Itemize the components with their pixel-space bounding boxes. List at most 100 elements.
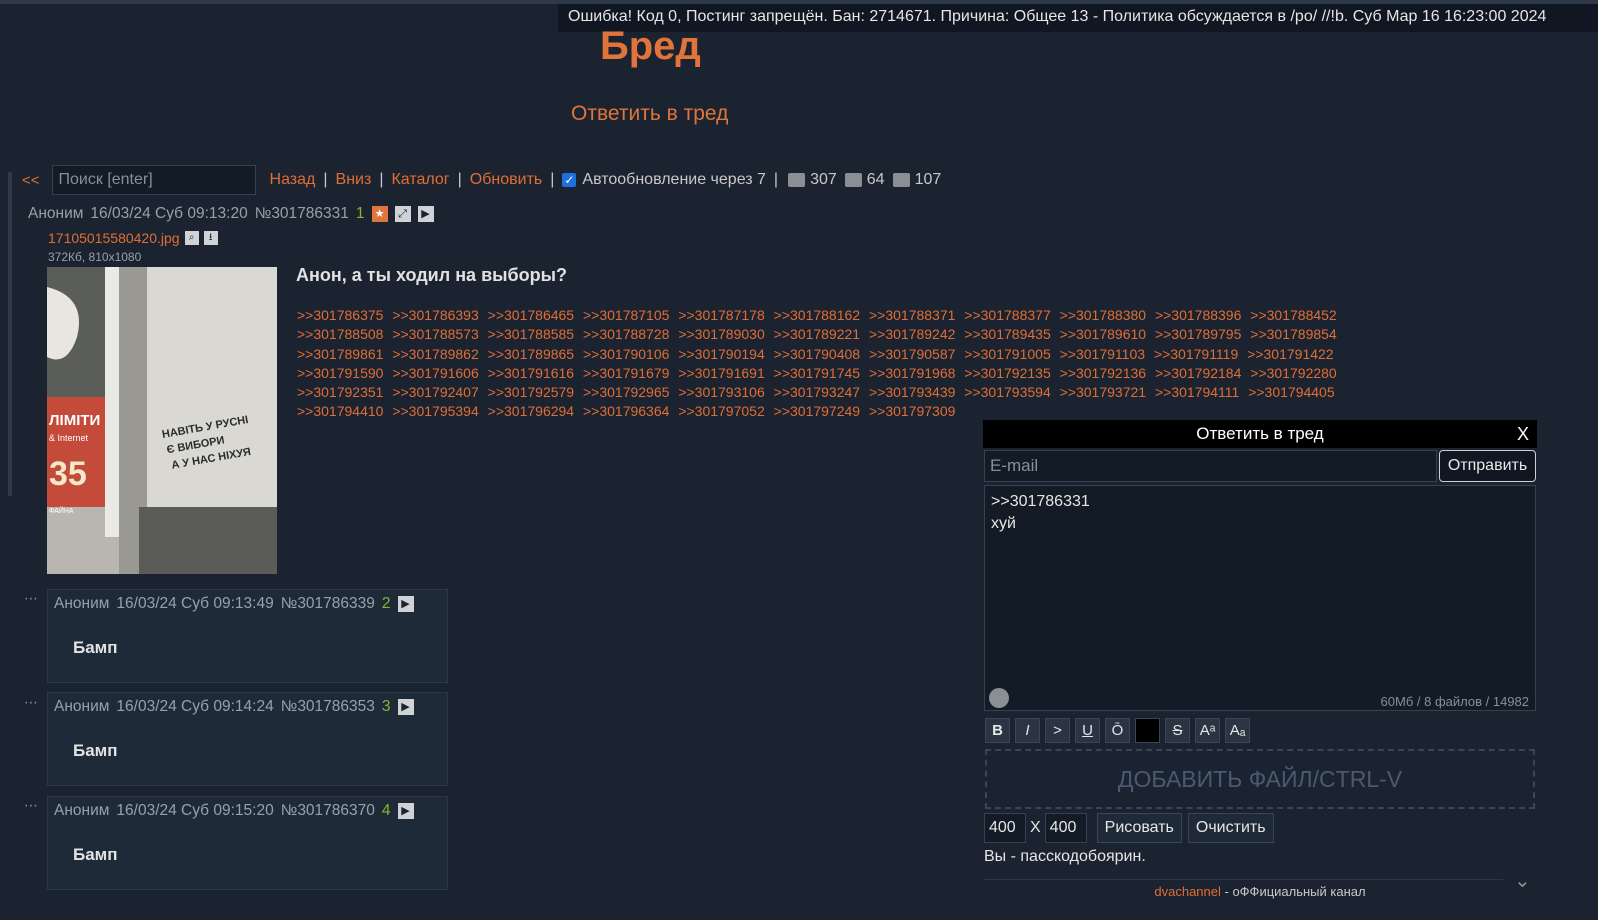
reply-link[interactable]: >>301797052 — [678, 403, 764, 419]
reply-link[interactable]: >>301786375 — [297, 307, 383, 323]
board-title[interactable]: Бред — [600, 24, 701, 68]
reply-link[interactable]: >>301789862 — [392, 346, 478, 362]
bold-button[interactable]: B — [985, 718, 1010, 743]
reply-link[interactable]: >>301790106 — [583, 346, 669, 362]
reply-link[interactable]: >>301791005 — [964, 346, 1050, 362]
reply-link[interactable]: >>301797309 — [869, 403, 955, 419]
reply-link[interactable]: >>301788380 — [1060, 307, 1146, 323]
reply-link[interactable]: >>301789854 — [1250, 326, 1336, 342]
reply-link[interactable]: >>301790587 — [869, 346, 955, 362]
reply-link[interactable]: >>301797249 — [774, 403, 860, 419]
reply-link[interactable]: >>301791968 — [869, 365, 955, 381]
nav-down-link[interactable]: Вниз — [336, 171, 372, 189]
reply-link[interactable]: >>301794405 — [1248, 384, 1334, 400]
underline-button[interactable]: U — [1075, 718, 1100, 743]
reply-link[interactable]: >>301788162 — [774, 307, 860, 323]
reply-link[interactable]: >>301792280 — [1250, 365, 1336, 381]
reply-link[interactable]: >>301793106 — [678, 384, 764, 400]
reply-link[interactable]: >>301789030 — [678, 326, 764, 342]
download-icon[interactable]: ⭳ — [203, 231, 218, 245]
reply-link[interactable]: >>301786465 — [488, 307, 574, 323]
sign-icon[interactable] — [989, 688, 1009, 708]
reply-thread-link[interactable]: Ответить в тред — [571, 102, 728, 126]
autoupdate-checkbox[interactable]: ✓ — [562, 173, 577, 187]
reply-link[interactable]: >>301794111 — [1155, 384, 1239, 400]
reply-link[interactable]: >>301791679 — [583, 365, 669, 381]
reply-link[interactable]: >>301793721 — [1060, 384, 1146, 400]
reply-link[interactable]: >>301791422 — [1247, 346, 1333, 362]
reply-link[interactable]: >>301795394 — [392, 403, 478, 419]
quick-reply-header[interactable]: Ответить в тред X — [983, 420, 1537, 448]
reply-link[interactable]: >>301786393 — [392, 307, 478, 323]
reply-link[interactable]: >>301796294 — [488, 403, 574, 419]
reply-link[interactable]: >>301792351 — [297, 384, 383, 400]
file-name-link[interactable]: 17105015580420.jpg — [48, 230, 180, 246]
channel-link[interactable]: dvachannel — [1154, 884, 1221, 899]
file-dropzone[interactable]: ДОБАВИТЬ ФАЙЛ/CTRL-V — [985, 749, 1535, 809]
reply-link[interactable]: >>301791119 — [1154, 346, 1238, 362]
post-number[interactable]: №301786339 — [281, 595, 375, 613]
reply-link[interactable]: >>301790408 — [774, 346, 860, 362]
post-menu-play-icon[interactable]: ▶ — [417, 206, 434, 222]
quote-button[interactable]: > — [1045, 718, 1070, 743]
clear-button[interactable]: Очистить — [1187, 813, 1274, 843]
reply-link[interactable]: >>301788371 — [869, 307, 955, 323]
chevron-down-icon[interactable]: ⌄ — [1514, 868, 1540, 892]
height-input[interactable] — [1044, 813, 1087, 843]
reply-link[interactable]: >>301794410 — [297, 403, 383, 419]
reply-link[interactable]: >>301792407 — [392, 384, 478, 400]
post-menu-play-icon[interactable]: ▶ — [397, 596, 414, 612]
reply-link[interactable]: >>301792184 — [1155, 365, 1241, 381]
reply-link[interactable]: >>301789610 — [1060, 326, 1146, 342]
image-search-icon[interactable]: ⌕ — [184, 231, 199, 245]
reply-link[interactable]: >>301793439 — [869, 384, 955, 400]
reply-link[interactable]: >>301788585 — [488, 326, 574, 342]
expand-thread-icon[interactable]: ⤢ — [394, 206, 411, 222]
superscript-button[interactable]: Aᵃ — [1195, 718, 1220, 743]
reply-link[interactable]: >>301791616 — [488, 365, 574, 381]
reply-link[interactable]: >>301788452 — [1250, 307, 1336, 323]
send-button[interactable]: Отправить — [1439, 450, 1536, 482]
message-textarea[interactable]: >>301786331 хуй — [984, 485, 1536, 711]
post-menu-play-icon[interactable]: ▶ — [397, 803, 414, 819]
reply-link[interactable]: >>301788573 — [392, 326, 478, 342]
reply-link[interactable]: >>301791590 — [297, 365, 383, 381]
reply-link[interactable]: >>301792965 — [583, 384, 669, 400]
reply-link[interactable]: >>301792135 — [964, 365, 1050, 381]
reply-link[interactable]: >>301792136 — [1060, 365, 1146, 381]
reply-link[interactable]: >>301793247 — [774, 384, 860, 400]
nav-catalog-link[interactable]: Каталог — [391, 171, 449, 189]
post-menu-dots-icon[interactable]: ⋯ — [24, 797, 39, 814]
reply-link[interactable]: >>301792579 — [488, 384, 574, 400]
reply-link[interactable]: >>301789865 — [488, 346, 574, 362]
nav-refresh-link[interactable]: Обновить — [470, 171, 542, 189]
width-input[interactable] — [984, 813, 1026, 843]
reply-link[interactable]: >>301791103 — [1060, 346, 1145, 362]
reply-link[interactable]: >>301791691 — [678, 365, 764, 381]
reply-link[interactable]: >>301796364 — [583, 403, 669, 419]
reply-link[interactable]: >>301791606 — [392, 365, 478, 381]
post-menu-dots-icon[interactable]: ⋯ — [24, 694, 39, 711]
reply-link[interactable]: >>301789242 — [869, 326, 955, 342]
nav-back-link[interactable]: Назад — [270, 171, 316, 189]
favorite-star-icon[interactable]: ★ — [371, 206, 388, 222]
reply-link[interactable]: >>301788508 — [297, 326, 383, 342]
post-menu-play-icon[interactable]: ▶ — [397, 699, 414, 715]
scroll-rail[interactable] — [8, 172, 12, 496]
post-number[interactable]: №301786353 — [281, 698, 375, 716]
reply-link[interactable]: >>301789795 — [1155, 326, 1241, 342]
search-input[interactable] — [51, 165, 256, 195]
reply-link[interactable]: >>301788728 — [583, 326, 669, 342]
post-number[interactable]: №301786370 — [281, 802, 375, 820]
subscript-button[interactable]: Aₐ — [1225, 718, 1250, 743]
reply-link[interactable]: >>301788377 — [964, 307, 1050, 323]
italic-button[interactable]: I — [1015, 718, 1040, 743]
reply-link[interactable]: >>301789861 — [297, 346, 383, 362]
op-thumbnail[interactable]: ЛІМІТИ & Internet 35 ФАЙНА НАВІТЬ У РУСН… — [47, 267, 277, 574]
reply-link[interactable]: >>301788396 — [1155, 307, 1241, 323]
reply-link[interactable]: >>301790194 — [678, 346, 764, 362]
reply-link[interactable]: >>301793594 — [964, 384, 1050, 400]
overline-button[interactable]: Ō — [1105, 718, 1130, 743]
spoiler-button[interactable] — [1135, 718, 1160, 743]
email-field[interactable] — [984, 450, 1437, 482]
